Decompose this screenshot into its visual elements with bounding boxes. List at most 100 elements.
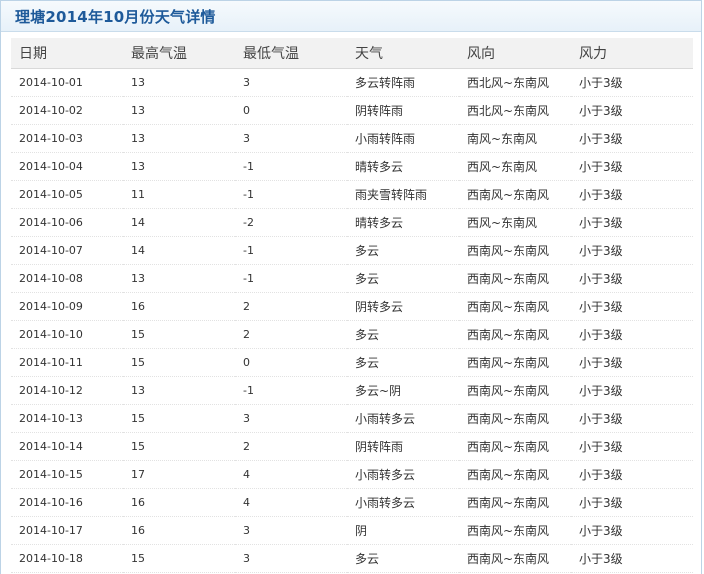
header-wind-force: 风力 xyxy=(571,38,693,69)
header-weather: 天气 xyxy=(347,38,459,69)
wind-direction-cell: 西北风~东南风 xyxy=(459,68,571,97)
wind-direction-cell: 西南风~东南风 xyxy=(459,376,571,405)
weather-cell: 小雨转多云 xyxy=(347,460,459,489)
table-row: 2014-10-08 13 -1 多云 西南风~东南风 小于3级 xyxy=(11,264,693,293)
high-temp-cell: 14 xyxy=(123,208,235,237)
high-temp-cell: 11 xyxy=(123,180,235,209)
weather-cell: 多云~阴 xyxy=(347,376,459,405)
low-temp-cell: 3 xyxy=(235,544,347,573)
date-cell: 2014-10-09 xyxy=(11,292,123,321)
high-temp-cell: 15 xyxy=(123,348,235,377)
wind-force-cell: 小于3级 xyxy=(571,96,693,125)
low-temp-cell: -1 xyxy=(235,264,347,293)
weather-cell: 小雨转多云 xyxy=(347,404,459,433)
low-temp-cell: -1 xyxy=(235,152,347,181)
low-temp-cell: -2 xyxy=(235,208,347,237)
date-cell: 2014-10-05 xyxy=(11,180,123,209)
wind-direction-cell: 西南风~东南风 xyxy=(459,236,571,265)
low-temp-cell: 4 xyxy=(235,460,347,489)
table-row: 2014-10-16 16 4 小雨转多云 西南风~东南风 小于3级 xyxy=(11,488,693,517)
weather-cell: 阴转多云 xyxy=(347,292,459,321)
low-temp-cell: 2 xyxy=(235,292,347,321)
wind-force-cell: 小于3级 xyxy=(571,208,693,237)
table-row: 2014-10-18 15 3 多云 西南风~东南风 小于3级 xyxy=(11,544,693,573)
wind-direction-cell: 西南风~东南风 xyxy=(459,292,571,321)
table-row: 2014-10-13 15 3 小雨转多云 西南风~东南风 小于3级 xyxy=(11,404,693,433)
wind-force-cell: 小于3级 xyxy=(571,68,693,97)
header-low-temp: 最低气温 xyxy=(235,38,347,69)
header-date: 日期 xyxy=(11,38,123,69)
table-row: 2014-10-02 13 0 阴转阵雨 西北风~东南风 小于3级 xyxy=(11,96,693,125)
weather-cell: 雨夹雪转阵雨 xyxy=(347,180,459,209)
table-row: 2014-10-14 15 2 阴转阵雨 西南风~东南风 小于3级 xyxy=(11,432,693,461)
table-container: 日期 最高气温 最低气温 天气 风向 风力 2014-10-01 13 3 多云转阵雨… xyxy=(11,38,693,573)
weather-cell: 多云 xyxy=(347,348,459,377)
wind-force-cell: 小于3级 xyxy=(571,264,693,293)
weather-cell: 晴转多云 xyxy=(347,208,459,237)
low-temp-cell: 2 xyxy=(235,320,347,349)
table-row: 2014-10-09 16 2 阴转多云 西南风~东南风 小于3级 xyxy=(11,292,693,321)
date-cell: 2014-10-03 xyxy=(11,124,123,153)
high-temp-cell: 14 xyxy=(123,236,235,265)
wind-direction-cell: 西南风~东南风 xyxy=(459,348,571,377)
wind-direction-cell: 西南风~东南风 xyxy=(459,544,571,573)
date-cell: 2014-10-17 xyxy=(11,516,123,545)
weather-cell: 多云 xyxy=(347,236,459,265)
high-temp-cell: 13 xyxy=(123,96,235,125)
wind-direction-cell: 西风~东南风 xyxy=(459,208,571,237)
wind-direction-cell: 西北风~东南风 xyxy=(459,96,571,125)
wind-direction-cell: 西南风~东南风 xyxy=(459,432,571,461)
high-temp-cell: 16 xyxy=(123,292,235,321)
high-temp-cell: 17 xyxy=(123,460,235,489)
date-cell: 2014-10-06 xyxy=(11,208,123,237)
wind-direction-cell: 南风~东南风 xyxy=(459,124,571,153)
date-cell: 2014-10-02 xyxy=(11,96,123,125)
low-temp-cell: 2 xyxy=(235,432,347,461)
weather-cell: 多云 xyxy=(347,264,459,293)
wind-direction-cell: 西南风~东南风 xyxy=(459,180,571,209)
weather-table: 日期 最高气温 最低气温 天气 风向 风力 2014-10-01 13 3 多云转阵雨… xyxy=(11,38,693,573)
table-row: 2014-10-05 11 -1 雨夹雪转阵雨 西南风~东南风 小于3级 xyxy=(11,180,693,209)
date-cell: 2014-10-01 xyxy=(11,68,123,97)
table-row: 2014-10-03 13 3 小雨转阵雨 南风~东南风 小于3级 xyxy=(11,124,693,153)
wind-force-cell: 小于3级 xyxy=(571,516,693,545)
low-temp-cell: 0 xyxy=(235,348,347,377)
table-row: 2014-10-07 14 -1 多云 西南风~东南风 小于3级 xyxy=(11,236,693,265)
high-temp-cell: 13 xyxy=(123,124,235,153)
high-temp-cell: 13 xyxy=(123,68,235,97)
wind-direction-cell: 西南风~东南风 xyxy=(459,516,571,545)
wind-direction-cell: 西南风~东南风 xyxy=(459,404,571,433)
table-row: 2014-10-10 15 2 多云 西南风~东南风 小于3级 xyxy=(11,320,693,349)
date-cell: 2014-10-18 xyxy=(11,544,123,573)
table-row: 2014-10-01 13 3 多云转阵雨 西北风~东南风 小于3级 xyxy=(11,68,693,97)
weather-cell: 阴 xyxy=(347,516,459,545)
high-temp-cell: 13 xyxy=(123,152,235,181)
wind-direction-cell: 西南风~东南风 xyxy=(459,460,571,489)
wind-force-cell: 小于3级 xyxy=(571,180,693,209)
date-cell: 2014-10-10 xyxy=(11,320,123,349)
title-bar: 理塘2014年10月份天气详情 xyxy=(1,1,701,32)
weather-cell: 小雨转多云 xyxy=(347,488,459,517)
date-cell: 2014-10-12 xyxy=(11,376,123,405)
date-cell: 2014-10-13 xyxy=(11,404,123,433)
low-temp-cell: 3 xyxy=(235,516,347,545)
wind-force-cell: 小于3级 xyxy=(571,404,693,433)
low-temp-cell: 3 xyxy=(235,124,347,153)
date-cell: 2014-10-04 xyxy=(11,152,123,181)
weather-cell: 阴转阵雨 xyxy=(347,96,459,125)
wind-force-cell: 小于3级 xyxy=(571,432,693,461)
high-temp-cell: 16 xyxy=(123,488,235,517)
table-row: 2014-10-15 17 4 小雨转多云 西南风~东南风 小于3级 xyxy=(11,460,693,489)
low-temp-cell: 4 xyxy=(235,488,347,517)
wind-direction-cell: 西南风~东南风 xyxy=(459,320,571,349)
weather-cell: 小雨转阵雨 xyxy=(347,124,459,153)
table-row: 2014-10-04 13 -1 晴转多云 西风~东南风 小于3级 xyxy=(11,152,693,181)
date-cell: 2014-10-11 xyxy=(11,348,123,377)
table-row: 2014-10-12 13 -1 多云~阴 西南风~东南风 小于3级 xyxy=(11,376,693,405)
wind-force-cell: 小于3级 xyxy=(571,544,693,573)
wind-force-cell: 小于3级 xyxy=(571,320,693,349)
page-title: 理塘2014年10月份天气详情 xyxy=(15,7,216,26)
date-cell: 2014-10-08 xyxy=(11,264,123,293)
wind-force-cell: 小于3级 xyxy=(571,376,693,405)
wind-force-cell: 小于3级 xyxy=(571,124,693,153)
